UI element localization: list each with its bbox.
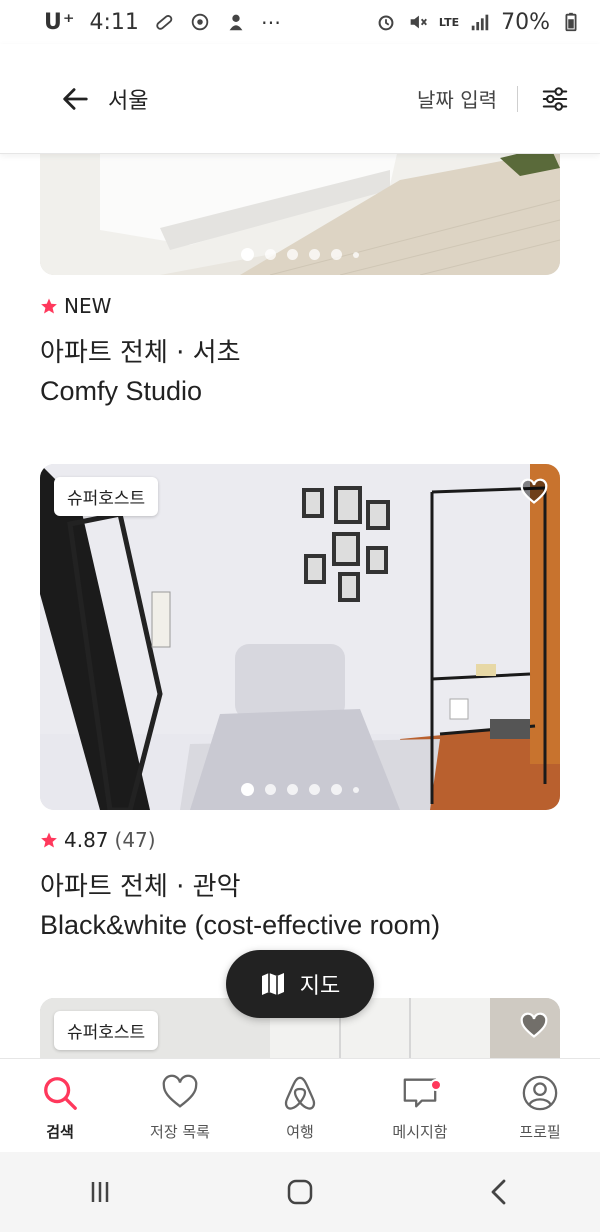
nav-label: 여행 bbox=[286, 1123, 314, 1141]
recent-apps-button[interactable] bbox=[70, 1162, 130, 1222]
carousel-dots bbox=[40, 783, 560, 796]
search-icon bbox=[40, 1073, 80, 1113]
carousel-dot[interactable] bbox=[331, 249, 342, 260]
bottom-nav: 검색 저장 목록 여행 메시지함 프로필 bbox=[0, 1058, 600, 1152]
clock: 4:11 bbox=[89, 9, 139, 35]
listing-rating: NEW bbox=[40, 294, 111, 318]
location-title[interactable]: 서울 bbox=[108, 83, 148, 115]
nav-profile[interactable]: 프로필 bbox=[485, 1073, 595, 1142]
carousel-dot[interactable] bbox=[353, 251, 359, 258]
recent-apps-icon bbox=[91, 1182, 109, 1202]
nav-label: 저장 목록 bbox=[150, 1123, 210, 1141]
listing-type[interactable]: 아파트 전체 · 서초 bbox=[40, 332, 241, 369]
carousel-dots bbox=[40, 248, 560, 261]
mute-icon bbox=[407, 11, 429, 33]
heart-icon bbox=[160, 1073, 200, 1113]
nav-label: 프로필 bbox=[519, 1123, 561, 1141]
back-button[interactable] bbox=[58, 82, 92, 116]
heart-icon bbox=[520, 1012, 548, 1038]
lte-indicator: LTE bbox=[438, 15, 460, 29]
carousel-dot[interactable] bbox=[309, 249, 320, 260]
header-actions: 날짜 입력 bbox=[417, 84, 570, 114]
battery-percent: 70% bbox=[501, 9, 550, 35]
filter-button[interactable] bbox=[540, 84, 570, 114]
more-notifications-icon: ⋯ bbox=[260, 10, 281, 34]
nav-wishlists[interactable]: 저장 목록 bbox=[125, 1073, 235, 1142]
carousel-dot[interactable] bbox=[265, 784, 276, 795]
carousel-dot[interactable] bbox=[287, 784, 298, 795]
carousel-dot[interactable] bbox=[241, 783, 254, 796]
carousel-dot[interactable] bbox=[309, 784, 320, 795]
signal-icon bbox=[469, 11, 491, 33]
airbnb-logo-icon bbox=[280, 1073, 320, 1113]
listing-type[interactable]: 아파트 전체 · 관악 bbox=[40, 866, 241, 903]
nav-label: 메시지함 bbox=[392, 1123, 448, 1141]
map-icon bbox=[260, 971, 286, 997]
nav-label: 검색 bbox=[46, 1123, 74, 1141]
alarm-icon bbox=[375, 11, 397, 33]
heart-icon bbox=[520, 478, 548, 504]
map-button-label: 지도 bbox=[299, 974, 341, 999]
carrier-label: U⁺ bbox=[44, 9, 76, 35]
carousel-dot[interactable] bbox=[241, 248, 254, 261]
chevron-left-icon bbox=[491, 1179, 506, 1205]
carousel-dot[interactable] bbox=[287, 249, 298, 260]
nav-trips[interactable]: 여행 bbox=[245, 1073, 355, 1142]
notification-app-icon bbox=[225, 11, 247, 33]
filter-sliders-icon bbox=[542, 86, 568, 111]
listing-feed: NEW 아파트 전체 · 서초 Comfy Studio 슈퍼호스트 4.87 … bbox=[0, 154, 600, 1058]
nav-search[interactable]: 검색 bbox=[5, 1073, 115, 1142]
superhost-badge: 슈퍼호스트 bbox=[54, 477, 159, 516]
listing-rating: 4.87 (47) bbox=[40, 828, 156, 852]
listing-photo-carousel[interactable] bbox=[40, 154, 560, 275]
battery-icon bbox=[560, 11, 582, 33]
rating-value: 4.87 bbox=[64, 828, 109, 852]
status-bar: U⁺ 4:11 ⋯ LTE 70% bbox=[0, 0, 600, 44]
status-right: LTE 70% bbox=[375, 10, 582, 35]
nav-inbox[interactable]: 메시지함 bbox=[365, 1073, 475, 1142]
wishlist-heart-button[interactable] bbox=[520, 478, 548, 506]
arrow-left-icon bbox=[63, 87, 88, 110]
rating-text: NEW bbox=[64, 294, 112, 318]
listing-photo-carousel[interactable]: 슈퍼호스트 bbox=[40, 464, 560, 810]
wishlist-heart-button[interactable] bbox=[520, 1012, 548, 1040]
profile-icon bbox=[520, 1073, 560, 1113]
star-icon bbox=[40, 297, 58, 315]
system-nav-bar bbox=[0, 1152, 600, 1232]
listing-name[interactable]: Black&white (cost-effective room) bbox=[40, 910, 440, 941]
sync-icon bbox=[189, 11, 211, 33]
header-divider bbox=[517, 85, 518, 112]
search-header: 서울 날짜 입력 bbox=[0, 44, 600, 154]
map-button[interactable]: 지도 bbox=[226, 950, 374, 1018]
review-count: (47) bbox=[114, 828, 156, 852]
home-button[interactable] bbox=[270, 1162, 330, 1222]
carousel-dot[interactable] bbox=[331, 784, 342, 795]
star-icon bbox=[40, 831, 58, 849]
home-icon bbox=[287, 1179, 313, 1205]
carousel-dot[interactable] bbox=[265, 249, 276, 260]
status-left: U⁺ 4:11 ⋯ bbox=[44, 10, 281, 35]
date-input-button[interactable]: 날짜 입력 bbox=[417, 84, 517, 113]
superhost-badge: 슈퍼호스트 bbox=[54, 1011, 159, 1050]
listing-name[interactable]: Comfy Studio bbox=[40, 376, 202, 407]
system-back-button[interactable] bbox=[470, 1162, 530, 1222]
notification-dot bbox=[430, 1079, 442, 1091]
carousel-dot[interactable] bbox=[353, 786, 359, 793]
pill-icon bbox=[153, 11, 175, 33]
